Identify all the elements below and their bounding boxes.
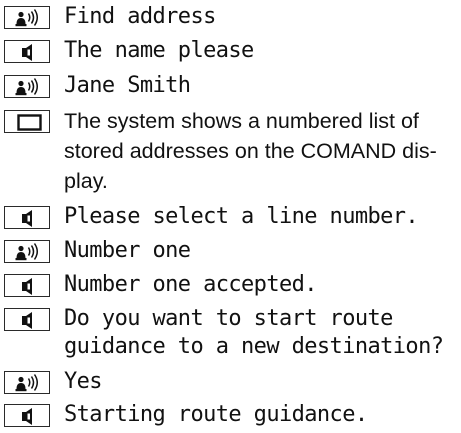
- dialog-text: Yes: [64, 369, 103, 394]
- dialog-text: Number one: [64, 238, 191, 263]
- dialog-text-line: guidance to a new destination?: [64, 334, 444, 359]
- dialog-text-line: The system shows a numbered list of: [64, 109, 419, 133]
- speaker-icon: [4, 404, 50, 427]
- speaker-icon: [4, 40, 50, 63]
- speaker-icon: [4, 308, 50, 331]
- voice-input-icon: [4, 240, 50, 263]
- dialog-text-line: stored addresses on the COMAND dis-: [64, 139, 437, 163]
- voice-input-icon: [4, 75, 50, 98]
- voice-input-icon: [4, 371, 50, 394]
- speaker-icon: [4, 274, 50, 297]
- dialog-text: Jane Smith: [64, 73, 191, 98]
- dialog-text: Number one accepted.: [64, 272, 318, 297]
- dialog-text: Please select a line number.: [64, 204, 419, 229]
- speaker-icon: [4, 206, 50, 229]
- dialog-text-line: play.: [64, 169, 108, 193]
- dialog-text: The name please: [64, 38, 254, 63]
- dialog-text: Starting route guidance.: [64, 402, 368, 427]
- display-icon: [4, 110, 50, 133]
- voice-input-icon: [4, 6, 50, 29]
- dialog-text: Find address: [64, 4, 216, 29]
- dialog-text-line: Do you want to start route: [64, 306, 393, 331]
